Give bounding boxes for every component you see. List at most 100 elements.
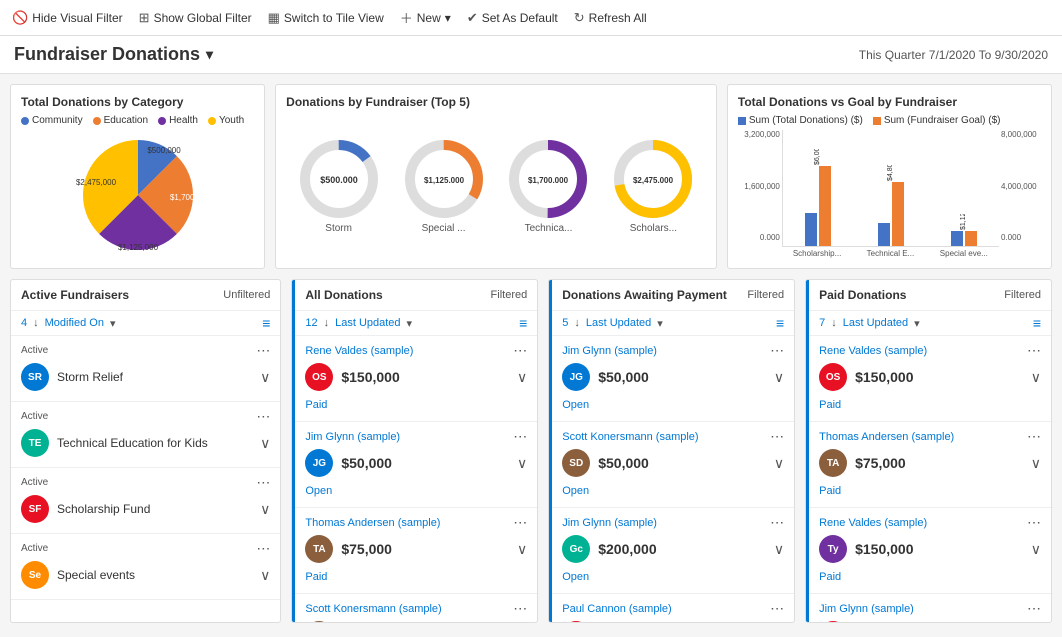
expand-ad1[interactable]: ∨	[517, 455, 527, 472]
sort-count-aw[interactable]: 5	[562, 317, 568, 329]
active-fundraisers-sort: 4 ↓ Modified On ▾ ≡	[11, 311, 280, 336]
list-view-icon-aw[interactable]: ≡	[776, 315, 784, 331]
expand-aw1[interactable]: ∨	[774, 455, 784, 472]
item-more-aw0[interactable]: ⋯	[770, 342, 784, 359]
expand-ad2[interactable]: ∨	[517, 541, 527, 558]
expand-aw0[interactable]: ∨	[774, 369, 784, 386]
expand-pd1[interactable]: ∨	[1031, 455, 1041, 472]
legend-community-dot	[21, 117, 29, 125]
avatar-sr: SR	[21, 363, 49, 391]
item-more-ad1[interactable]: ⋯	[513, 428, 527, 445]
expand-ad0[interactable]: ∨	[517, 369, 527, 386]
toolbar: 🚫 Hide Visual Filter ⊞ Show Global Filte…	[0, 0, 1062, 36]
svg-text:$1,125.000: $1,125.000	[424, 176, 465, 185]
hide-filter-btn[interactable]: 🚫 Hide Visual Filter	[12, 10, 123, 26]
donut-storm: $500.000 Storm	[299, 139, 379, 234]
expand-pd2[interactable]: ∨	[1031, 541, 1041, 558]
legend-goal-dot	[873, 117, 881, 125]
item-more-aw1[interactable]: ⋯	[770, 428, 784, 445]
expand-1[interactable]: ∨	[260, 435, 270, 452]
title-dropdown-icon[interactable]: ▾	[206, 46, 213, 63]
donut-svg-technical: $1,700.000	[508, 139, 588, 219]
sort-count-ad[interactable]: 12	[305, 317, 317, 329]
sort-dropdown-pd[interactable]: ▾	[914, 317, 920, 330]
list-view-icon-pd[interactable]: ≡	[1033, 315, 1041, 331]
item-more-0[interactable]: ⋯	[256, 342, 270, 359]
refresh-icon: ↻	[574, 10, 585, 26]
sort-field-aw[interactable]: Last Updated	[586, 317, 651, 329]
avatar-aw0: JG	[562, 363, 590, 391]
sort-field-pd[interactable]: Last Updated	[843, 317, 908, 329]
list-item: Scott Konersmann (sample) ⋯ SD $50,000 ∨…	[552, 422, 794, 508]
list-item: Active ⋯ TE Technical Education for Kids…	[11, 402, 280, 468]
item-more-pd2[interactable]: ⋯	[1027, 514, 1041, 531]
list-item: Jim Glynn (sample) ⋯ JG $50,000 ∨ Open	[552, 336, 794, 422]
item-more-pd3[interactable]: ⋯	[1027, 600, 1041, 617]
item-more-aw3[interactable]: ⋯	[770, 600, 784, 617]
list-item: Jim Glynn (sample) ⋯ Os $25,000 ∨ Update…	[809, 594, 1051, 622]
sort-count-af[interactable]: 4	[21, 317, 27, 329]
bar-legend: Sum (Total Donations) ($) Sum (Fundraise…	[738, 115, 1041, 126]
sort-dropdown-aw[interactable]: ▾	[657, 317, 663, 330]
legend-goal-sum: Sum (Fundraiser Goal) ($)	[873, 115, 1001, 126]
pie-area: $500,000 $1,700,000 $1,125,000 $2,475,00…	[21, 130, 254, 260]
paid-donations-card: Paid Donations Filtered 7 ↓ Last Updated…	[805, 279, 1052, 623]
legend-community: Community	[21, 115, 83, 126]
item-more-pd1[interactable]: ⋯	[1027, 428, 1041, 445]
paid-sort: 7 ↓ Last Updated ▾ ≡	[809, 311, 1051, 336]
x-axis: Scholarship... Technical E... Special ev…	[782, 247, 999, 258]
avatar-aw3: Pd	[562, 621, 590, 622]
item-more-ad3[interactable]: ⋯	[513, 600, 527, 617]
bar-special-donation	[951, 231, 963, 246]
donut-chart-card: Donations by Fundraiser (Top 5) $500.000…	[275, 84, 717, 269]
awaiting-sort: 5 ↓ Last Updated ▾ ≡	[552, 311, 794, 336]
avatar-ad1: JG	[305, 449, 333, 477]
list-view-icon-af[interactable]: ≡	[262, 315, 270, 331]
tile-view-btn[interactable]: ▦ Switch to Tile View	[268, 10, 384, 26]
all-donations-badge: Filtered	[491, 289, 528, 301]
item-more-aw2[interactable]: ⋯	[770, 514, 784, 531]
new-btn[interactable]: ＋ New ▾	[400, 8, 451, 27]
item-more-ad0[interactable]: ⋯	[513, 342, 527, 359]
expand-3[interactable]: ∨	[260, 567, 270, 584]
show-global-btn[interactable]: ⊞ Show Global Filter	[139, 10, 252, 26]
sort-dropdown-ad[interactable]: ▾	[407, 317, 413, 330]
bar-chart-card: Total Donations vs Goal by Fundraiser Su…	[727, 84, 1052, 269]
sort-count-pd[interactable]: 7	[819, 317, 825, 329]
set-default-btn[interactable]: ✔ Set As Default	[467, 10, 558, 26]
list-view-icon-ad[interactable]: ≡	[519, 315, 527, 331]
lists-row: Active Fundraisers Unfiltered 4 ↓ Modifi…	[10, 279, 1052, 623]
sort-dropdown-af[interactable]: ▾	[110, 317, 116, 330]
svg-text:$1,700.000: $1,700.000	[528, 176, 569, 185]
sort-field-af[interactable]: Modified On	[45, 317, 104, 329]
awaiting-donations-header: Donations Awaiting Payment Filtered	[552, 280, 794, 311]
paid-badge: Filtered	[1004, 289, 1041, 301]
pie-legend: Community Education Health Youth	[21, 115, 254, 126]
paid-donations-header: Paid Donations Filtered	[809, 280, 1051, 311]
item-more-1[interactable]: ⋯	[256, 408, 270, 425]
item-more-pd0[interactable]: ⋯	[1027, 342, 1041, 359]
show-global-icon: ⊞	[139, 10, 150, 26]
active-fundraisers-badge: Unfiltered	[223, 289, 270, 301]
list-item: Rene Valdes (sample) ⋯ OS $150,000 ∨ Pai…	[809, 336, 1051, 422]
item-more-2[interactable]: ⋯	[256, 474, 270, 491]
all-donations-header: All Donations Filtered	[295, 280, 537, 311]
expand-2[interactable]: ∨	[260, 501, 270, 518]
svg-text:$1,125,000: $1,125,000	[118, 243, 159, 252]
list-item: Active ⋯ SR Storm Relief ∨	[11, 336, 280, 402]
refresh-btn[interactable]: ↻ Refresh All	[574, 10, 647, 26]
active-fundraisers-header: Active Fundraisers Unfiltered	[11, 280, 280, 311]
bar-scholarship-goal	[819, 166, 831, 246]
avatar-sf: SF	[21, 495, 49, 523]
sort-field-ad[interactable]: Last Updated	[335, 317, 400, 329]
donuts-area: $500.000 Storm $1,125.000 Special ...	[286, 115, 706, 258]
all-donations-title: All Donations	[305, 288, 382, 302]
item-more-ad2[interactable]: ⋯	[513, 514, 527, 531]
active-fundraisers-body: Active ⋯ SR Storm Relief ∨ Active ⋯	[11, 336, 280, 622]
expand-0[interactable]: ∨	[260, 369, 270, 386]
item-more-3[interactable]: ⋯	[256, 540, 270, 557]
expand-aw2[interactable]: ∨	[774, 541, 784, 558]
active-fundraisers-card: Active Fundraisers Unfiltered 4 ↓ Modifi…	[10, 279, 281, 623]
expand-pd0[interactable]: ∨	[1031, 369, 1041, 386]
page-title: Fundraiser Donations ▾	[14, 44, 213, 65]
